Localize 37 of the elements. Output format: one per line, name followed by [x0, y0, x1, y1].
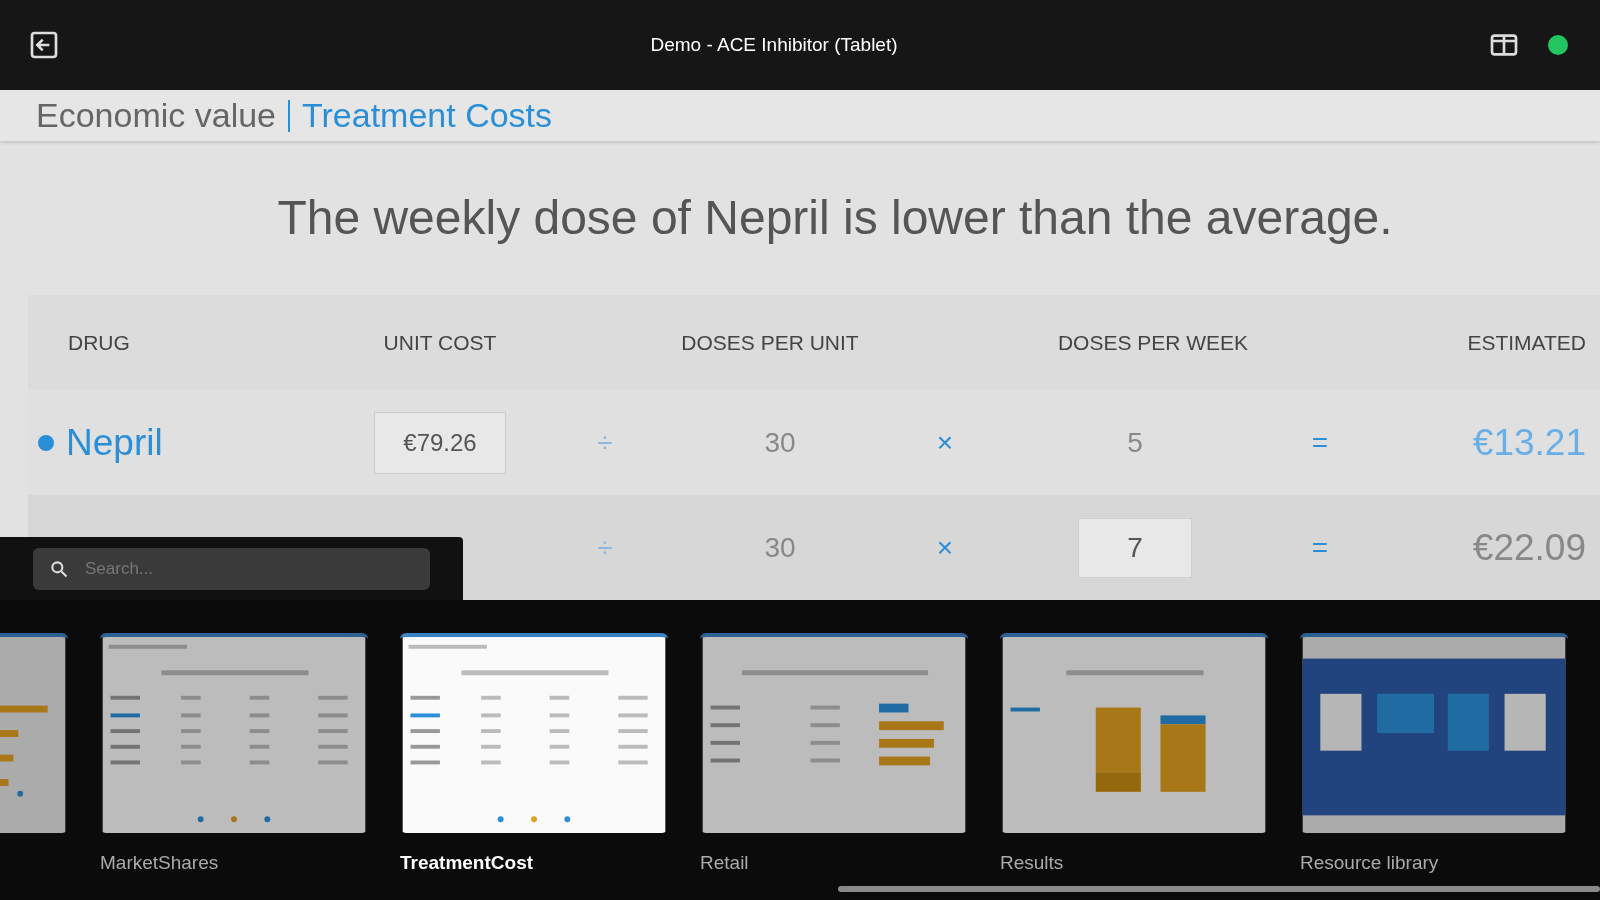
column-header: DOSES PER WEEK: [1057, 330, 1249, 354]
equals-sign: =: [1311, 531, 1329, 563]
thumbnail-label: TreatmentCost: [400, 851, 535, 875]
estimated-cost: €22.09: [1472, 526, 1586, 568]
doses-per-unit: 30: [764, 531, 796, 563]
drug-name: Nepril: [66, 420, 163, 465]
window-title: Demo - ACE Inhibitor (Tablet): [650, 33, 898, 55]
column-header: UNIT COST: [383, 330, 497, 354]
divider-bar: [288, 99, 290, 132]
column-header: DOSES PER UNIT: [681, 330, 859, 354]
headline: The weekly dose of Nepril is lower than the average.: [276, 190, 1393, 246]
column-header: ESTIMATED: [1467, 330, 1586, 354]
search-icon: [49, 558, 69, 579]
bar: [0, 754, 14, 762]
bar: [0, 705, 48, 713]
exit-icon[interactable]: [28, 29, 60, 61]
thumbnail-label: Results: [1000, 851, 1065, 875]
multiply-sign: ×: [936, 426, 954, 458]
equals-sign: =: [1311, 426, 1329, 458]
column-header: DRUG: [68, 330, 130, 354]
divide-sign: ÷: [597, 426, 613, 458]
marker-dot: [17, 790, 24, 797]
search-field[interactable]: Search...: [33, 547, 430, 590]
thumbnail-label: MarketShares: [100, 851, 220, 875]
section-title: Economic value: [36, 95, 276, 136]
doses-per-unit: 30: [764, 426, 796, 458]
page-title: Treatment Costs: [302, 95, 553, 136]
bar: [0, 779, 9, 786]
multiply-sign: ×: [936, 531, 954, 563]
doses-per-week: 5: [1127, 425, 1143, 460]
doses-per-week-field[interactable]: 7: [1078, 517, 1192, 578]
thumbnail-label: Resource library: [1300, 851, 1440, 875]
divide-sign: ÷: [597, 531, 613, 563]
unit-cost-field[interactable]: €79.26: [374, 411, 506, 474]
thumbnail-label: Retail: [700, 851, 750, 875]
bar: [0, 730, 19, 737]
estimated-cost: €13.21: [1472, 421, 1586, 463]
